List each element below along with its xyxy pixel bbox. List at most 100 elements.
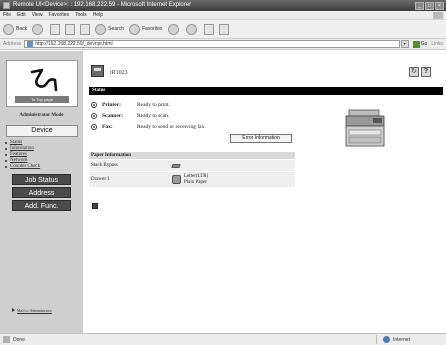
paper-source-label: Drawer 1 bbox=[91, 177, 110, 182]
zone-text: Internet bbox=[393, 336, 410, 343]
nav-label: Counter Check bbox=[10, 164, 41, 169]
menu-favorites[interactable]: Favorites bbox=[48, 11, 69, 19]
menu-file[interactable]: File bbox=[3, 11, 11, 19]
job-status-button[interactable]: Job Status bbox=[12, 174, 71, 185]
refresh-page-button[interactable]: ↻ bbox=[409, 67, 419, 77]
nav-item-counter-check[interactable]: Counter Check bbox=[5, 164, 79, 170]
page-icon bbox=[27, 41, 34, 47]
sidebar: To Top page Administrator Mode Device St… bbox=[0, 51, 83, 333]
mail-button[interactable] bbox=[185, 23, 199, 35]
status-row-fax: Fax: Ready to send or receiving fax. bbox=[91, 123, 206, 131]
search-icon bbox=[95, 23, 107, 35]
search-button[interactable]: Search bbox=[95, 23, 124, 35]
history-icon bbox=[167, 23, 179, 35]
edit-button[interactable] bbox=[218, 23, 229, 35]
go-arrow-icon bbox=[412, 40, 420, 48]
refresh-icon bbox=[65, 23, 76, 35]
mail-icon bbox=[185, 23, 197, 35]
page-info-icon[interactable] bbox=[92, 203, 98, 209]
error-information-button[interactable]: Error Information bbox=[230, 134, 292, 143]
paper-source-label: Stack Bypass bbox=[91, 163, 118, 168]
address-book-button[interactable]: Address bbox=[12, 187, 71, 198]
mail-to-admin-link[interactable]: Mail to Administrator bbox=[12, 308, 72, 313]
printer-status-indicator-icon bbox=[91, 102, 97, 108]
minimize-button[interactable]: _ bbox=[415, 1, 424, 10]
address-value: http://192.168.222.59/_devnpr.html bbox=[35, 41, 113, 47]
status-label: Fax: bbox=[102, 124, 113, 130]
status-value: Ready to print. bbox=[137, 102, 170, 108]
paper-source-value: Letter(LTR) Plain Paper bbox=[167, 172, 295, 187]
back-button[interactable]: Back bbox=[3, 23, 28, 35]
bullet-icon bbox=[5, 142, 7, 144]
status-value: Ready to scan. bbox=[137, 113, 170, 119]
printer-icon bbox=[91, 65, 104, 77]
edit-icon bbox=[218, 23, 229, 35]
main-content: iR1023 ↻ ? Status Printer: Ready to prin… bbox=[83, 51, 446, 333]
print-button[interactable] bbox=[203, 23, 214, 35]
maximize-button[interactable]: □ bbox=[425, 1, 434, 10]
paper-information-table: Paper Information Stack Bypass Drawer 1 … bbox=[89, 152, 295, 187]
refresh-button[interactable] bbox=[65, 23, 76, 35]
menu-help[interactable]: Help bbox=[93, 11, 103, 19]
menu-edit[interactable]: Edit bbox=[17, 11, 26, 19]
browser-status-bar: Done Internet bbox=[0, 333, 446, 345]
add-func-button[interactable]: Add. Func. bbox=[12, 200, 71, 211]
address-dropdown-button[interactable]: ▾ bbox=[400, 40, 409, 48]
close-button[interactable]: × bbox=[435, 1, 444, 10]
fax-status-indicator-icon bbox=[91, 124, 97, 130]
menu-view[interactable]: View bbox=[32, 11, 43, 19]
table-row: Drawer 1 Letter(LTR) Plain Paper bbox=[89, 171, 295, 187]
stop-icon bbox=[50, 23, 61, 35]
mode-label: Administrator Mode bbox=[19, 113, 64, 118]
status-label: Scanner: bbox=[102, 113, 124, 119]
page-done-icon bbox=[3, 336, 10, 343]
links-label[interactable]: Links bbox=[431, 41, 443, 47]
windows-flag-icon bbox=[433, 12, 443, 19]
address-bar: Address http://192.168.222.59/_devnpr.ht… bbox=[0, 39, 446, 50]
home-button[interactable] bbox=[80, 23, 91, 35]
browser-app-icon bbox=[3, 2, 10, 9]
globe-icon bbox=[383, 336, 390, 343]
forward-arrow-icon bbox=[32, 23, 44, 35]
search-label: Search bbox=[108, 26, 124, 32]
browser-toolbar: Back Search Favorites bbox=[0, 20, 446, 39]
scanner-status-indicator-icon bbox=[91, 113, 97, 119]
status-section-title: Status bbox=[89, 87, 443, 95]
go-button[interactable]: Go bbox=[412, 40, 428, 48]
paper-type: Plain Paper bbox=[184, 179, 207, 185]
remote-ui-logo-icon bbox=[30, 68, 58, 92]
window-title: Remote UI<Device>: : 192.168.222.59 - Mi… bbox=[13, 2, 192, 8]
print-icon bbox=[203, 23, 214, 35]
status-row-printer: Printer: Ready to print. bbox=[91, 101, 170, 109]
bullet-icon bbox=[5, 160, 7, 162]
back-label: Back bbox=[16, 26, 28, 32]
mail-link-label: Mail to Administrator bbox=[17, 308, 52, 313]
paper-table-header: Paper Information bbox=[89, 152, 295, 159]
favorites-label: Favorites bbox=[141, 26, 163, 32]
go-label: Go bbox=[420, 41, 428, 47]
status-text: Done bbox=[13, 336, 25, 343]
forward-button[interactable] bbox=[32, 23, 45, 35]
stop-button[interactable] bbox=[50, 23, 61, 35]
stack-bypass-tray-icon bbox=[171, 163, 181, 168]
device-button[interactable]: Device bbox=[6, 125, 78, 137]
device-name: iR1023 bbox=[110, 70, 128, 76]
status-value: Ready to send or receiving fax. bbox=[137, 124, 206, 130]
paper-source-value bbox=[167, 160, 295, 171]
home-icon bbox=[80, 23, 91, 35]
top-page-logo[interactable]: To Top page bbox=[6, 60, 78, 107]
device-nav-list: Status Information Features Network Coun… bbox=[5, 140, 79, 170]
menu-tools[interactable]: Tools bbox=[75, 11, 87, 19]
paper-size: Letter(LTR) bbox=[184, 173, 209, 179]
top-page-link[interactable]: To Top page bbox=[15, 96, 69, 103]
star-icon bbox=[128, 23, 140, 35]
menu-bar: File Edit View Favorites Tools Help bbox=[0, 11, 446, 20]
history-button[interactable] bbox=[167, 23, 181, 35]
security-zone: Internet bbox=[376, 335, 446, 344]
address-input[interactable]: http://192.168.222.59/_devnpr.html bbox=[24, 40, 400, 48]
help-button[interactable]: ? bbox=[421, 67, 431, 77]
back-arrow-icon bbox=[3, 23, 14, 35]
window-title-bar: Remote UI<Device>: : 192.168.222.59 - Mi… bbox=[0, 0, 446, 11]
favorites-button[interactable]: Favorites bbox=[128, 23, 163, 35]
bullet-icon bbox=[5, 154, 7, 156]
